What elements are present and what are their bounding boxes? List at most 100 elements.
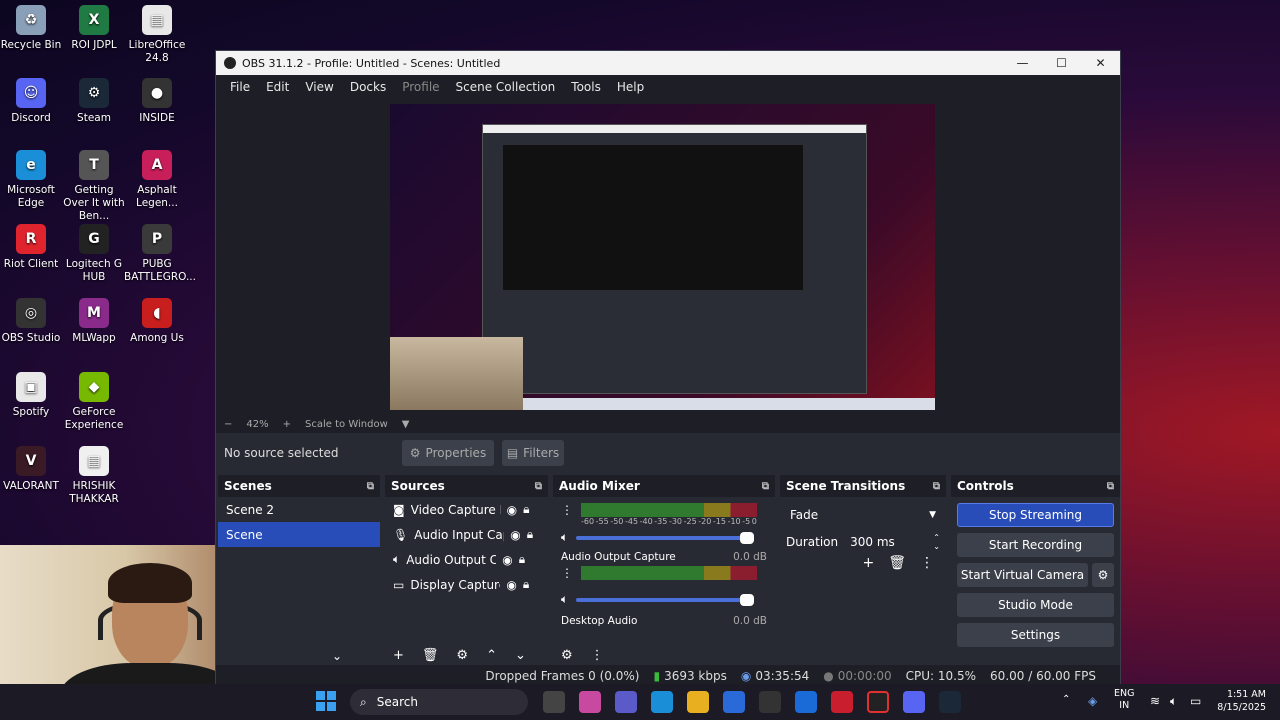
- volume-slider[interactable]: [576, 593, 755, 606]
- stop-streaming-button[interactable]: Stop Streaming: [957, 503, 1114, 527]
- preview-area[interactable]: [216, 99, 1120, 415]
- zoom-out-button[interactable]: −: [224, 419, 232, 430]
- battery-icon[interactable]: ▭: [1190, 694, 1201, 708]
- kebab-menu-icon[interactable]: ⋮: [561, 503, 573, 517]
- maximize-button[interactable]: ☐: [1042, 56, 1081, 70]
- filters-button[interactable]: ▤ Filters: [502, 440, 564, 466]
- add-icon[interactable]: +: [862, 555, 874, 571]
- menu-docks[interactable]: Docks: [342, 80, 394, 94]
- scene-item[interactable]: Scene 2: [218, 497, 380, 522]
- gear-icon[interactable]: ⚙: [1092, 563, 1114, 587]
- kebab-menu-icon[interactable]: ⋮: [920, 555, 934, 571]
- unity-icon[interactable]: [759, 691, 781, 713]
- gear-icon[interactable]: ⚙: [561, 648, 573, 663]
- desktop-icon[interactable]: ▤ HRISHIK THAKKAR: [61, 446, 127, 506]
- discord-taskbar-icon[interactable]: [903, 691, 925, 713]
- minimize-button[interactable]: —: [1003, 56, 1042, 70]
- teams-icon[interactable]: [615, 691, 637, 713]
- taskbar-search[interactable]: ⌕ Search: [350, 689, 528, 715]
- desktop-icon[interactable]: V VALORANT: [0, 446, 64, 493]
- undock-icon[interactable]: ⧉: [933, 481, 940, 492]
- mcafee-icon[interactable]: [831, 691, 853, 713]
- scene-item[interactable]: Scene: [218, 522, 380, 547]
- desktop-icon[interactable]: ▣ Spotify: [0, 372, 64, 419]
- speaker-icon[interactable]: 🔈︎: [561, 592, 568, 607]
- obs-taskbar-icon[interactable]: [867, 691, 889, 713]
- kebab-menu-icon[interactable]: ⋮: [591, 648, 604, 663]
- eye-icon[interactable]: ◉: [506, 578, 516, 592]
- volume-icon[interactable]: 🔈︎: [1170, 694, 1177, 709]
- wifi-icon[interactable]: ≋: [1150, 694, 1160, 708]
- trash-icon[interactable]: 🗑︎: [422, 648, 439, 663]
- menu-profile[interactable]: Profile: [394, 80, 447, 94]
- chevron-up-icon[interactable]: ⌃: [486, 648, 497, 663]
- chevron-up-icon[interactable]: ⌃: [1062, 694, 1070, 705]
- desktop-icon[interactable]: ◖ Among Us: [124, 298, 190, 345]
- desktop-icon[interactable]: ◆ GeForce Experience: [61, 372, 127, 432]
- source-item[interactable]: ▭ Display Capture ◉ 🔒︎: [385, 572, 548, 597]
- start-virtual-camera-button[interactable]: Start Virtual Camera: [957, 563, 1088, 587]
- menu-edit[interactable]: Edit: [258, 80, 297, 94]
- desktop-icon[interactable]: ▤ LibreOffice 24.8: [124, 5, 190, 65]
- eye-icon[interactable]: ◉: [502, 553, 512, 567]
- duration-field[interactable]: 300 ms: [850, 535, 905, 549]
- chevron-down-icon[interactable]: ⌄: [515, 648, 526, 663]
- lock-icon[interactable]: 🔒︎: [519, 552, 525, 567]
- desktop-icon[interactable]: ● INSIDE: [124, 78, 190, 125]
- desktop-icon[interactable]: X ROI JDPL: [61, 5, 127, 52]
- menu-help[interactable]: Help: [609, 80, 652, 94]
- trash-icon[interactable]: 🗑︎: [888, 555, 906, 571]
- desktop-icon[interactable]: R Riot Client: [0, 224, 64, 271]
- clock[interactable]: 1:51 AM 8/15/2025: [1214, 688, 1266, 714]
- menu-tools[interactable]: Tools: [563, 80, 609, 94]
- store-icon[interactable]: [723, 691, 745, 713]
- scale-mode-select[interactable]: Scale to Window: [305, 419, 388, 430]
- desktop-icon[interactable]: T Getting Over It with Ben...: [61, 150, 127, 223]
- shield-icon[interactable]: ◈: [1088, 694, 1097, 708]
- desktop-icon[interactable]: G Logitech G HUB: [61, 224, 127, 284]
- speaker-icon[interactable]: 🔈︎: [561, 530, 568, 545]
- menu-file[interactable]: File: [222, 80, 258, 94]
- undock-icon[interactable]: ⧉: [1107, 481, 1114, 492]
- file-explorer-icon[interactable]: [687, 691, 709, 713]
- undock-icon[interactable]: ⧉: [535, 481, 542, 492]
- steam-taskbar-icon[interactable]: [939, 691, 961, 713]
- task-view-icon[interactable]: [543, 691, 565, 713]
- lock-icon[interactable]: 🔒︎: [523, 577, 529, 592]
- copilot-icon[interactable]: [579, 691, 601, 713]
- transition-select[interactable]: Fade ▼: [786, 503, 940, 527]
- desktop-icon[interactable]: ☺ Discord: [0, 78, 64, 125]
- desktop-icon[interactable]: ♻ Recycle Bin: [0, 5, 64, 52]
- kebab-menu-icon[interactable]: ⋮: [561, 566, 573, 580]
- windows-start-icon[interactable]: [316, 691, 336, 711]
- chevron-down-icon[interactable]: ⌄: [332, 649, 342, 663]
- spinner-icon[interactable]: ⌃ ⌄: [933, 533, 940, 551]
- desktop-icon[interactable]: ⚙ Steam: [61, 78, 127, 125]
- menu-view[interactable]: View: [297, 80, 341, 94]
- volume-slider[interactable]: [576, 531, 755, 544]
- source-item[interactable]: 🎙︎ Audio Input Captu ◉ 🔒︎: [385, 522, 548, 547]
- desktop-icon[interactable]: ◎ OBS Studio: [0, 298, 64, 345]
- settings-button[interactable]: Settings: [957, 623, 1114, 647]
- edge-icon[interactable]: [651, 691, 673, 713]
- lock-icon[interactable]: 🔒︎: [527, 527, 533, 542]
- eye-icon[interactable]: ◉: [507, 503, 517, 517]
- desktop-icon[interactable]: P PUBG BATTLEGRO...: [124, 224, 196, 284]
- desktop-icon[interactable]: M MLWapp: [61, 298, 127, 345]
- desktop-icon[interactable]: e Microsoft Edge: [0, 150, 64, 210]
- source-item[interactable]: ◙ Video Capture De ◉ 🔒︎: [385, 497, 548, 522]
- studio-mode-button[interactable]: Studio Mode: [957, 593, 1114, 617]
- desktop-icon[interactable]: A Asphalt Legen...: [124, 150, 190, 210]
- vscode-icon[interactable]: [795, 691, 817, 713]
- zoom-in-button[interactable]: +: [283, 419, 291, 430]
- undock-icon[interactable]: ⧉: [367, 481, 374, 492]
- language-indicator[interactable]: ENG IN: [1114, 688, 1134, 712]
- lock-icon[interactable]: 🔒︎: [523, 502, 529, 517]
- add-icon[interactable]: +: [393, 648, 404, 663]
- properties-button[interactable]: ⚙ Properties: [402, 440, 494, 466]
- menu-scene-collection[interactable]: Scene Collection: [448, 80, 564, 94]
- undock-icon[interactable]: ⧉: [762, 481, 769, 492]
- gear-icon[interactable]: ⚙: [456, 648, 468, 663]
- start-recording-button[interactable]: Start Recording: [957, 533, 1114, 557]
- close-button[interactable]: ✕: [1081, 56, 1120, 70]
